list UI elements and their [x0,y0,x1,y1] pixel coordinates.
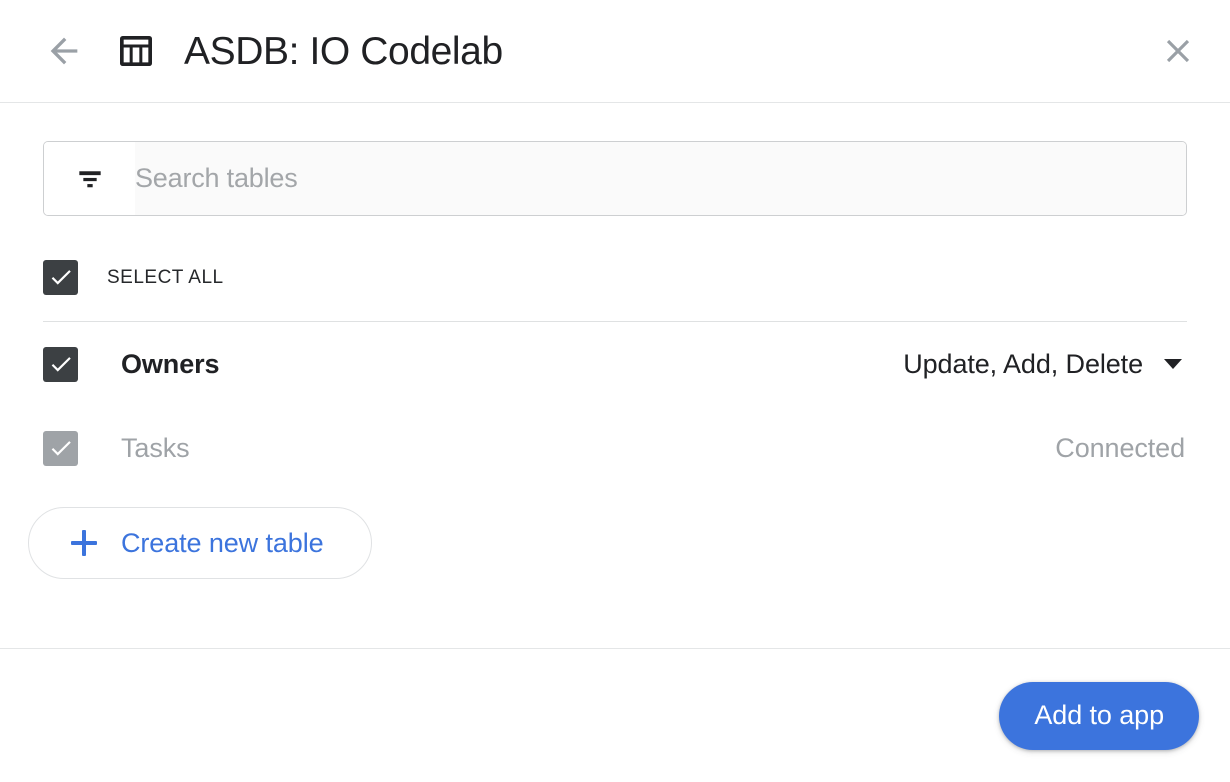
permissions-label[interactable]: Update, Add, Delete [903,350,1143,378]
back-arrow-icon[interactable] [44,31,84,71]
create-new-table-label: Create new table [121,527,324,558]
select-all-checkbox[interactable] [43,259,78,295]
select-all-row[interactable]: SELECT ALL [43,259,1187,295]
create-new-table-button[interactable]: Create new table [28,507,372,579]
table-checkbox-owners[interactable] [43,346,78,382]
add-tables-dialog: ASDB: IO Codelab Search tables SELECT AL… [0,0,1230,782]
add-to-app-button[interactable]: Add to app [999,681,1199,750]
filter-list-icon [44,142,135,215]
table-name-tasks: Tasks [121,432,190,463]
plus-icon [71,530,97,556]
status-badge: Connected [1055,432,1185,463]
table-row: Tasks Connected [43,406,1187,490]
dialog-header: ASDB: IO Codelab [0,0,1230,103]
dialog-footer: Add to app [0,648,1230,782]
select-all-label: SELECT ALL [107,266,224,288]
table-row[interactable]: Owners Update, Add, Delete [43,322,1187,406]
table-icon [114,29,158,73]
table-status-tasks: Connected [1055,432,1187,463]
table-permissions-owners[interactable]: Update, Add, Delete [903,350,1187,378]
close-icon[interactable] [1154,27,1202,75]
chevron-down-icon[interactable] [1164,359,1182,369]
table-name-owners: Owners [121,348,220,379]
table-checkbox-tasks [43,430,78,466]
search-input[interactable] [135,142,1186,215]
search-tables-field[interactable] [43,141,1187,216]
page-title: ASDB: IO Codelab [184,29,503,73]
dialog-body: SELECT ALL Owners Update, Add, Delete [0,103,1230,648]
